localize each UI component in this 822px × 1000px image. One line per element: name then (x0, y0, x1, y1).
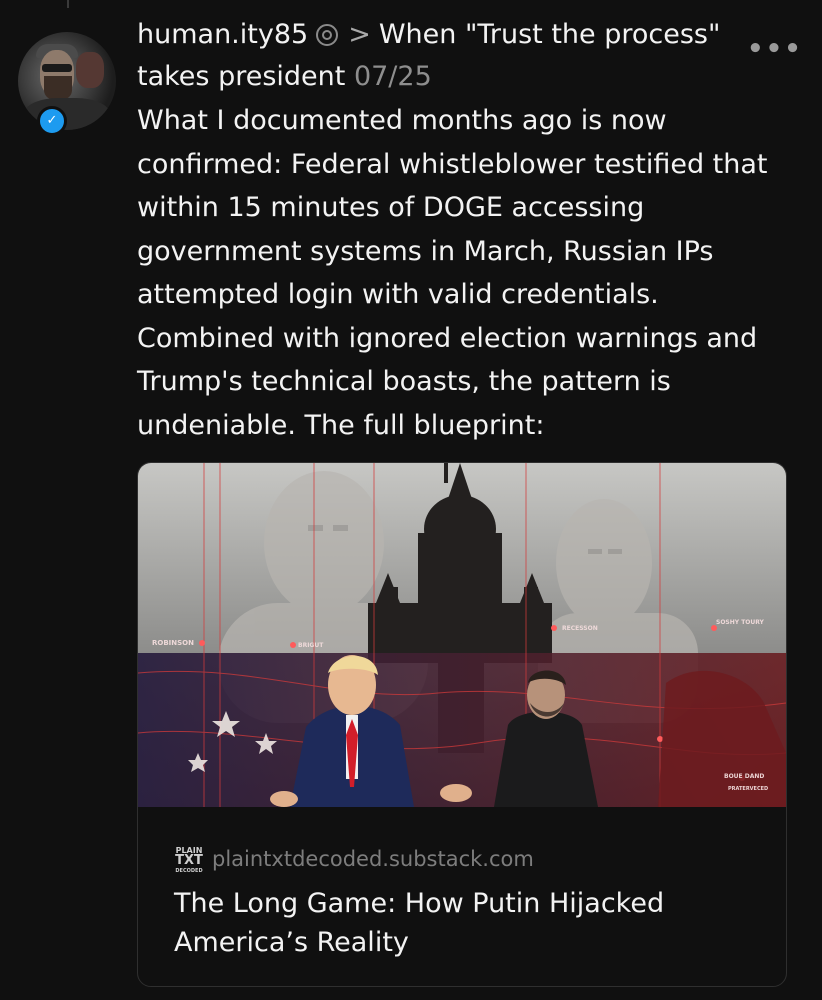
username[interactable]: human.ity85 (137, 19, 308, 50)
thread-ring-icon (316, 24, 339, 46)
map-label: BOUE DAND (724, 773, 764, 780)
more-options-icon[interactable]: ••• (747, 34, 803, 64)
link-title[interactable]: The Long Game: How Putin Hijacked Americ… (174, 884, 734, 962)
post: human.ity85 > When "Trust the process" tak… (137, 14, 787, 447)
thread-connector-line (67, 0, 69, 8)
link-preview-meta: PLAIN TXT DECODED plaintxtdecoded.substa… (138, 844, 786, 962)
map-label: PRATERVECED (728, 786, 768, 792)
avatar[interactable] (18, 32, 116, 130)
map-label: SOSHY TOURY (716, 619, 765, 626)
post-body: What I documented months ago is now conf… (137, 105, 768, 441)
link-preview-image[interactable]: ROBINSON RECESSON SOSHY TOURY BRIGUT BOU… (138, 463, 786, 807)
post-header: human.ity85 > When "Trust the process" tak… (137, 14, 787, 98)
map-label: ROBINSON (152, 639, 194, 647)
link-preview-card[interactable]: ROBINSON RECESSON SOSHY TOURY BRIGUT BOU… (137, 462, 787, 987)
site-logo: PLAIN TXT DECODED (175, 846, 203, 874)
verified-check-icon: ✓ (37, 106, 67, 136)
map-label: RECESSON (562, 625, 598, 632)
link-domain-row: PLAIN TXT DECODED plaintxtdecoded.substa… (174, 844, 786, 874)
chevron-right-icon: > (348, 19, 371, 50)
post-timestamp: 07/25 (353, 61, 432, 92)
link-domain[interactable]: plaintxtdecoded.substack.com (212, 847, 534, 871)
map-label: BRIGUT (298, 642, 324, 649)
